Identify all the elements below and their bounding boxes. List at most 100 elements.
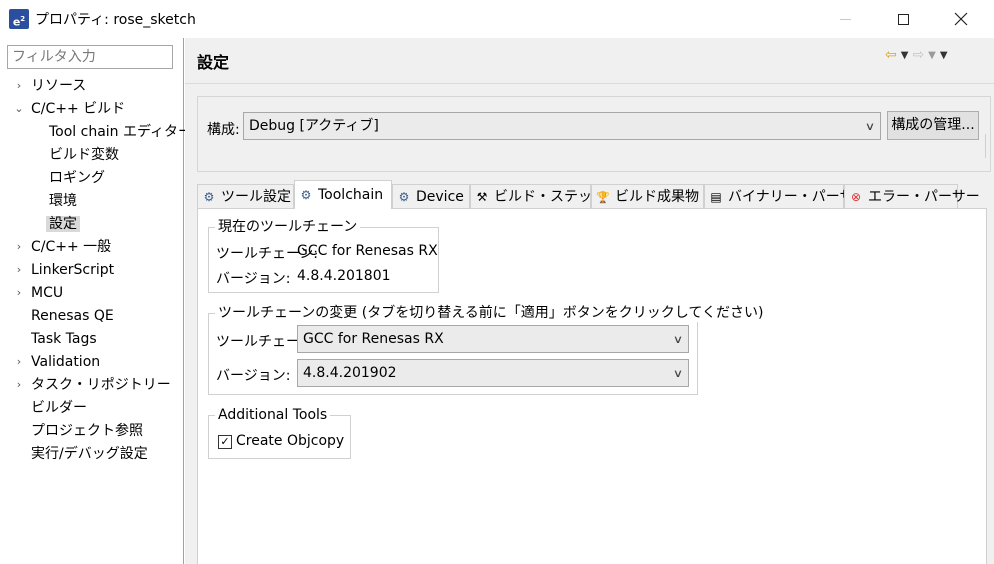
right-panel: 設定 ⇦ ▼ ⇨ ▼ ▼ 構成: Debug [アクティブ] ∨ 構成の管理..… xyxy=(185,38,994,564)
maximize-button[interactable] xyxy=(880,0,926,38)
tree-item-label: 環境 xyxy=(49,193,77,209)
tab-item[interactable]: ⊗ エラー・パーサー xyxy=(844,184,980,209)
tree-item-label: ロギング xyxy=(49,170,105,186)
change-toolchain-group: ツールチェーンの変更 (タブを切り替える前に「適用」ボタンをクリックしてください… xyxy=(208,304,767,395)
version-select[interactable]: 4.8.4.201902 ∨ xyxy=(297,359,689,387)
forward-dropdown-icon[interactable]: ▼ xyxy=(928,50,936,61)
tree-item[interactable]: › リソース xyxy=(17,75,87,97)
configuration-value: Debug [アクティブ] xyxy=(249,118,379,134)
current-version-value: 4.8.4.201801 xyxy=(297,268,391,284)
tree-item-label: LinkerScript xyxy=(31,262,115,278)
filter-input[interactable]: フィルタ入力 xyxy=(7,45,173,69)
chevron-right-icon[interactable]: › xyxy=(14,236,24,258)
current-toolchain-group: 現在のツールチェーン ツールチェーン: GCC for Renesas RX バ… xyxy=(208,218,439,293)
tab-toolchain[interactable]: ⚙ Toolchain xyxy=(294,180,392,209)
additional-tools-title: Additional Tools xyxy=(215,406,331,424)
tree-item-label: Renesas QE xyxy=(31,308,114,324)
create-objcopy-label: Create Objcopy xyxy=(236,433,345,449)
toolchain-select[interactable]: GCC for Renesas RX ∨ xyxy=(297,325,689,353)
tree-item-label: 実行/デバッグ設定 xyxy=(31,446,148,462)
tree-item[interactable]: › MCU xyxy=(17,282,64,304)
gear-icon: ⚙ xyxy=(300,188,312,202)
gear-icon: ⚙ xyxy=(398,190,410,204)
current-version-label: バージョン: xyxy=(216,271,291,287)
back-arrow-icon[interactable]: ⇦ xyxy=(885,47,897,63)
additional-tools-group: Additional Tools ✓ Create Objcopy xyxy=(208,406,351,459)
toolchain-tab-panel: 現在のツールチェーン ツールチェーン: GCC for Renesas RX バ… xyxy=(197,208,987,564)
checkmark-icon: ✓ xyxy=(220,435,230,448)
tree-item[interactable]: Tool chain エディター xyxy=(49,121,192,143)
tab-item[interactable]: ▤ バイナリー・パーサー xyxy=(704,184,867,209)
tree-item[interactable]: 設定 xyxy=(46,213,80,235)
tree-item-label: Tool chain エディター xyxy=(49,124,193,140)
tab-item[interactable]: ⚒ ビルド・ステップ xyxy=(470,184,606,209)
tree-item[interactable]: Renesas QE xyxy=(31,305,114,327)
minimize-button[interactable] xyxy=(822,0,868,38)
tree-item[interactable]: ⌄ C/C++ ビルド xyxy=(14,98,125,120)
minimize-icon xyxy=(839,18,851,20)
tree-item-label: 設定 xyxy=(46,216,80,232)
tree-item-label: ビルダー xyxy=(31,400,87,416)
change-version-label: バージョン: xyxy=(216,368,291,384)
tree-item[interactable]: › LinkerScript xyxy=(17,259,115,281)
tree-item[interactable]: ロギング xyxy=(49,167,105,189)
tree-item-label: MCU xyxy=(31,285,64,301)
back-dropdown-icon[interactable]: ▼ xyxy=(901,50,909,61)
tree-item[interactable]: 実行/デバッグ設定 xyxy=(31,443,148,465)
nav-history: ⇦ ▼ ⇨ ▼ ▼ xyxy=(885,47,948,63)
toolchain-select-value: GCC for Renesas RX xyxy=(303,331,444,347)
trophy-icon: 🏆 xyxy=(596,191,610,204)
manage-configurations-button[interactable]: 構成の管理... xyxy=(887,111,979,140)
tree-item[interactable]: › Validation xyxy=(17,351,100,373)
tree-item[interactable]: 環境 xyxy=(49,190,77,212)
chevron-down-icon: ∨ xyxy=(864,120,876,133)
close-button[interactable] xyxy=(938,0,984,38)
create-objcopy-checkbox[interactable]: ✓ xyxy=(218,435,232,449)
tree-item-label: プロジェクト参照 xyxy=(31,423,143,439)
tab-label: Toolchain xyxy=(318,187,384,203)
chevron-down-icon: ∨ xyxy=(672,333,684,346)
tree-item[interactable]: › C/C++ 一般 xyxy=(17,236,111,258)
title-bar: e2 プロパティ: rose_sketch xyxy=(0,0,994,38)
chevron-right-icon[interactable]: › xyxy=(14,259,24,281)
tab-item[interactable]: 🏆 ビルド成果物 xyxy=(591,184,704,209)
maximize-icon xyxy=(897,13,909,25)
tab-label: Device xyxy=(416,189,464,205)
tree-item[interactable]: プロジェクト参照 xyxy=(31,420,143,442)
tree-item[interactable]: ビルダー xyxy=(31,397,87,419)
current-toolchain-title: 現在のツールチェーン xyxy=(215,218,361,236)
tree-item-label: タスク・リポジトリー xyxy=(31,377,171,393)
binary-icon: ▤ xyxy=(710,190,722,204)
version-select-value: 4.8.4.201902 xyxy=(303,365,397,381)
scroll-indicator xyxy=(985,134,991,158)
forward-arrow-icon[interactable]: ⇨ xyxy=(912,47,924,63)
tree-item[interactable]: › タスク・リポジトリー xyxy=(17,374,171,396)
tab-label: エラー・パーサー xyxy=(868,189,980,205)
current-toolchain-value: GCC for Renesas RX xyxy=(297,243,438,259)
chevron-right-icon[interactable]: › xyxy=(14,75,24,97)
configuration-select[interactable]: Debug [アクティブ] ∨ xyxy=(243,112,881,140)
close-icon xyxy=(954,12,968,26)
chevron-right-icon[interactable]: › xyxy=(14,351,24,373)
tab-item[interactable]: ⚙ Device xyxy=(392,184,470,209)
left-panel: フィルタ入力 › リソース ⌄ C/C++ ビルド Tool chain エディター ビル… xyxy=(0,38,192,564)
change-toolchain-title: ツールチェーンの変更 (タブを切り替える前に「適用」ボタンをクリックしてください… xyxy=(215,304,767,322)
error-icon: ⊗ xyxy=(850,190,862,204)
tab-label: ビルド・ステップ xyxy=(494,189,606,205)
wrench-icon: ⚒ xyxy=(476,190,488,204)
configuration-group: 構成: Debug [アクティブ] ∨ 構成の管理... xyxy=(197,96,991,172)
chevron-right-icon[interactable]: › xyxy=(14,282,24,304)
configuration-label: 構成: xyxy=(207,122,240,138)
tree-item[interactable]: ビルド変数 xyxy=(49,144,119,166)
gear-icon: ⚙ xyxy=(203,190,215,204)
tree-item-label: ビルド変数 xyxy=(49,147,119,163)
tree-item-label: リソース xyxy=(31,78,87,94)
app-icon: e2 xyxy=(9,9,29,29)
tab-item[interactable]: ⚙ ツール設定 xyxy=(197,184,294,209)
view-menu-icon[interactable]: ▼ xyxy=(940,50,948,61)
divider xyxy=(185,83,994,84)
chevron-down-icon: ∨ xyxy=(672,367,684,380)
chevron-right-icon[interactable]: › xyxy=(14,374,24,396)
tree-item[interactable]: Task Tags xyxy=(31,328,97,350)
chevron-down-icon[interactable]: ⌄ xyxy=(14,98,24,120)
